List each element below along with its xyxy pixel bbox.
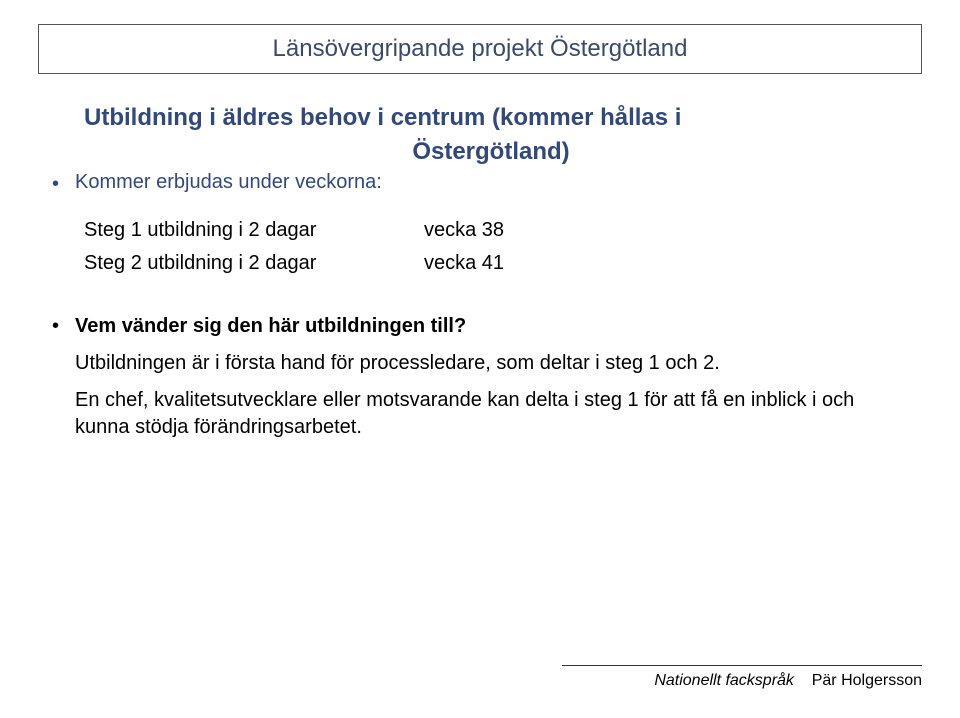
qa-question-item: • Vem vänder sig den här utbildningen ti… (52, 313, 898, 340)
footer-italic: Nationellt fackspråk (654, 672, 794, 689)
footer-text: Nationellt fackspråk Pär Holgersson (562, 672, 922, 690)
footer-author: Pär Holgersson (812, 672, 922, 689)
qa-answer-item: • Utbildningen är i första hand för proc… (52, 350, 898, 377)
cell-right: vecka 41 (424, 252, 898, 275)
slide-page: Länsövergripande projekt Östergötland Ut… (0, 0, 960, 718)
bullet-icon: • (52, 313, 59, 340)
qa-answer-item: • En chef, kvalitetsutvecklare eller mot… (52, 387, 898, 441)
footer-divider (562, 665, 922, 666)
table-row: Steg 1 utbildning i 2 dagar vecka 38 (84, 219, 898, 242)
section-heading-line1: Utbildning i äldres behov i centrum (kom… (84, 102, 898, 134)
cell-left: Steg 2 utbildning i 2 dagar (84, 252, 424, 275)
cell-left: Steg 1 utbildning i 2 dagar (84, 219, 424, 242)
schedule-table: Steg 1 utbildning i 2 dagar vecka 38 Ste… (84, 219, 898, 275)
title-box: Länsövergripande projekt Östergötland (38, 24, 922, 74)
qa-answer2: En chef, kvalitetsutvecklare eller motsv… (75, 387, 898, 441)
qa-question: Vem vänder sig den här utbildningen till… (75, 313, 466, 340)
content-area: Utbildning i äldres behov i centrum (kom… (38, 102, 922, 441)
section-heading-line2: Östergötland) (84, 136, 898, 168)
cell-right: vecka 38 (424, 219, 898, 242)
bullet-icon: • (52, 171, 59, 197)
subheading-text: Kommer erbjudas under veckorna: (75, 171, 382, 194)
qa-section: • Vem vänder sig den här utbildningen ti… (52, 313, 898, 441)
footer: Nationellt fackspråk Pär Holgersson (562, 665, 922, 690)
page-title: Länsövergripande projekt Östergötland (273, 35, 688, 62)
table-row: Steg 2 utbildning i 2 dagar vecka 41 (84, 252, 898, 275)
qa-answer1: Utbildningen är i första hand för proces… (75, 350, 720, 377)
subheading-bullet: • Kommer erbjudas under veckorna: (52, 171, 898, 197)
